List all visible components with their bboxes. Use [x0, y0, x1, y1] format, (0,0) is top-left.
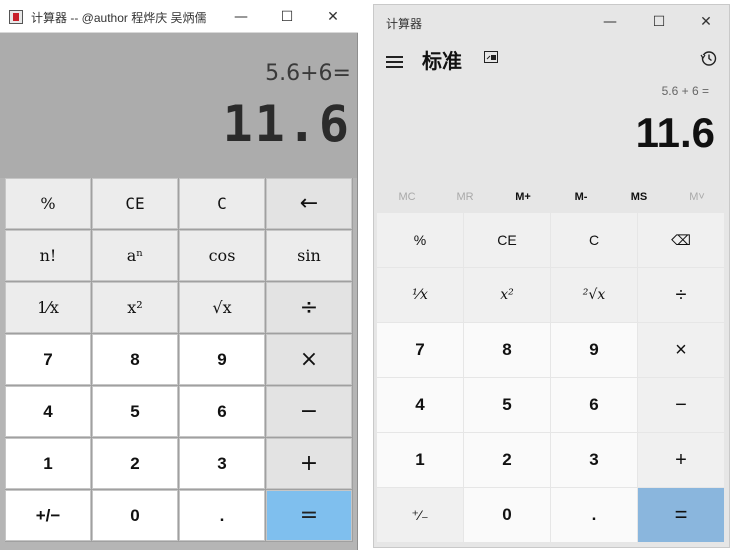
left-0-button[interactable]: 0 [92, 490, 178, 541]
left-decimal-button[interactable]: . [179, 490, 265, 541]
minimize-button[interactable]: — [587, 5, 633, 38]
right-decimal-button[interactable]: . [551, 488, 637, 542]
maximize-button[interactable]: ☐ [264, 0, 310, 33]
memory-m-plus-button[interactable]: M+ [494, 183, 552, 211]
maximize-button[interactable]: ☐ [636, 5, 682, 38]
keypad: % CE C ⌫ ¹⁄x x² ²√x ÷ 7 8 9 × 4 5 6− 1 2 3 + ⁺⁄₋ 0. = [377, 213, 726, 546]
left-7-button[interactable]: 7 [5, 334, 91, 385]
memory-m-minus-button[interactable]: M- [552, 183, 610, 211]
left-square-button[interactable]: x² [92, 282, 178, 333]
left-3-button[interactable]: 3 [179, 438, 265, 489]
left-5-button[interactable]: 5 [92, 386, 178, 437]
left-6-button[interactable]: 6 [179, 386, 265, 437]
left-equals-button[interactable]: = [266, 490, 352, 541]
hamburger-menu-icon[interactable] [386, 56, 403, 68]
right-sqrt-button[interactable]: ²√x [551, 268, 637, 322]
right-7-button[interactable]: 7 [377, 323, 463, 377]
left-sqrt-button[interactable]: √x [179, 282, 265, 333]
right-clear-button[interactable]: C [551, 213, 637, 267]
left-reciprocal-button[interactable]: 1⁄x [5, 282, 91, 333]
right-equals-button[interactable]: = [638, 488, 724, 542]
left-sin-button[interactable]: sin [266, 230, 352, 281]
right-3-button[interactable]: 3 [551, 433, 637, 487]
right-divide-button[interactable]: ÷ [638, 268, 724, 322]
keep-on-top-icon[interactable] [484, 51, 498, 63]
left-1-button[interactable]: 1 [5, 438, 91, 489]
memory-ms-button[interactable]: MS [610, 183, 668, 211]
keypad: % CE C ← n! aⁿ cos sin 1⁄x x² √x ÷ 7 8 9 × 4 5 6− 1 2 3 + +/− 0.… [5, 178, 353, 542]
memory-mr-button[interactable]: MR [436, 183, 494, 211]
title-bar: 计算器 — ☐ ✕ [374, 5, 729, 37]
app-icon [9, 10, 23, 24]
minimize-button[interactable]: — [218, 0, 264, 33]
right-9-button[interactable]: 9 [551, 323, 637, 377]
left-divide-button[interactable]: ÷ [266, 282, 352, 333]
result-display: 11.6 [222, 95, 351, 153]
right-2-button[interactable]: 2 [464, 433, 550, 487]
left-2-button[interactable]: 2 [92, 438, 178, 489]
left-clear-button[interactable]: C [179, 178, 265, 229]
left-negate-button[interactable]: +/− [5, 490, 91, 541]
right-0-button[interactable]: 0 [464, 488, 550, 542]
history-icon[interactable] [700, 50, 717, 67]
mode-header: 标准 [374, 41, 729, 79]
right-add-button[interactable]: + [638, 433, 724, 487]
memory-m-list-button[interactable]: M˅ [668, 183, 726, 211]
left-multiply-button[interactable]: × [266, 334, 352, 385]
right-multiply-button[interactable]: × [638, 323, 724, 377]
window-title: 计算器 -- @author 程烨庆 吴炳儒 [31, 11, 207, 25]
expression-display: 5.6+6= [265, 61, 351, 86]
close-button[interactable]: ✕ [310, 0, 356, 33]
memory-mc-button[interactable]: MC [378, 183, 436, 211]
right-square-button[interactable]: x² [464, 268, 550, 322]
right-6-button[interactable]: 6 [551, 378, 637, 432]
left-percent-button[interactable]: % [5, 178, 91, 229]
result-display: 11.6 [635, 109, 715, 156]
right-clear-entry-button[interactable]: CE [464, 213, 550, 267]
left-clear-entry-button[interactable]: CE [92, 178, 178, 229]
left-add-button[interactable]: + [266, 438, 352, 489]
right-subtract-button[interactable]: − [638, 378, 724, 432]
right-4-button[interactable]: 4 [377, 378, 463, 432]
right-1-button[interactable]: 1 [377, 433, 463, 487]
left-9-button[interactable]: 9 [179, 334, 265, 385]
expression-display: 5.6 + 6 = [661, 84, 709, 98]
right-5-button[interactable]: 5 [464, 378, 550, 432]
windows-calculator-window: 计算器 — ☐ ✕ 标准 5.6 + 6 = 11.6 MC MR M+ M- MS M˅… [373, 4, 730, 548]
right-negate-button[interactable]: ⁺⁄₋ [377, 488, 463, 542]
memory-row: MC MR M+ M- MS M˅ [378, 183, 726, 211]
left-power-button[interactable]: aⁿ [92, 230, 178, 281]
left-subtract-button[interactable]: − [266, 386, 352, 437]
left-cos-button[interactable]: cos [179, 230, 265, 281]
display-panel: 5.6+6= 11.6 [0, 33, 357, 178]
mode-title: 标准 [422, 49, 462, 73]
left-8-button[interactable]: 8 [92, 334, 178, 385]
java-calculator-window: 计算器 -- @author 程烨庆 吴炳儒 — ☐ ✕ 5.6+6= 11.6… [0, 0, 358, 550]
left-factorial-button[interactable]: n! [5, 230, 91, 281]
right-8-button[interactable]: 8 [464, 323, 550, 377]
title-bar: 计算器 -- @author 程烨庆 吴炳儒 — ☐ ✕ [0, 0, 358, 33]
left-4-button[interactable]: 4 [5, 386, 91, 437]
right-backspace-button[interactable]: ⌫ [638, 213, 724, 267]
left-backspace-button[interactable]: ← [266, 178, 352, 229]
right-percent-button[interactable]: % [377, 213, 463, 267]
close-button[interactable]: ✕ [683, 5, 729, 38]
right-reciprocal-button[interactable]: ¹⁄x [377, 268, 463, 322]
window-title: 计算器 [386, 17, 423, 31]
